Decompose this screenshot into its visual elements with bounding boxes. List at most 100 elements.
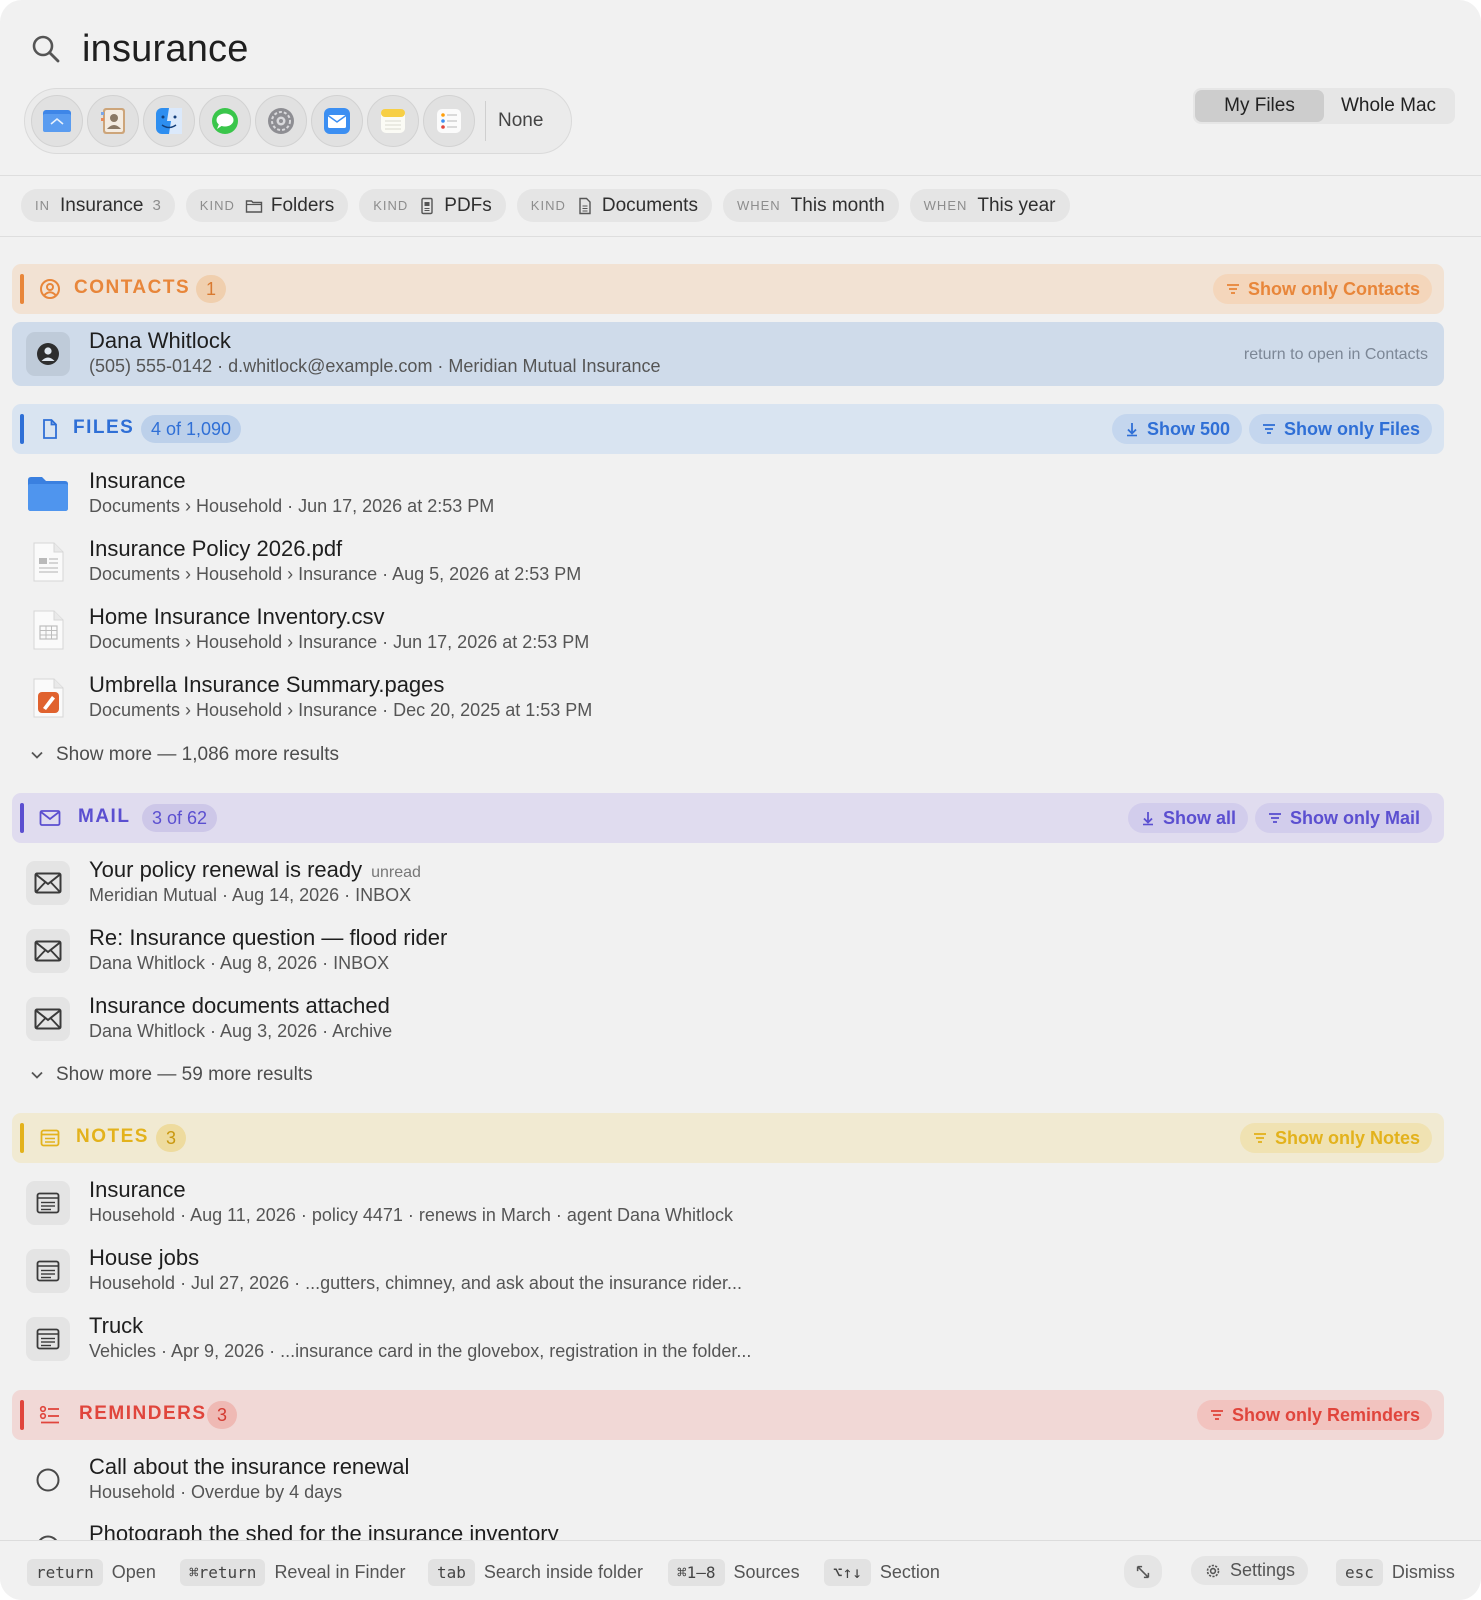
show-only-notes-button[interactable]: Show only Notes <box>1239 1123 1432 1153</box>
hint-dismiss[interactable]: esc Dismiss <box>1336 1559 1455 1586</box>
chip-kind-label: KIND <box>373 198 409 213</box>
note-icon <box>36 1328 60 1350</box>
note-row[interactable]: Insurance Household · Aug 11, 2026 · pol… <box>12 1171 1444 1235</box>
file-icon <box>43 419 57 439</box>
show-only-reminders-button[interactable]: Show only Reminders <box>1196 1400 1432 1430</box>
person-icon <box>37 343 59 365</box>
file-thumbnail <box>26 608 70 652</box>
note-title: Insurance <box>89 1177 186 1202</box>
note-snippet: Household · Aug 11, 2026 · policy 4471 ·… <box>89 1205 734 1225</box>
note-row[interactable]: House jobs Household · Jul 27, 2026 · ..… <box>12 1239 1444 1303</box>
show-all-mail-button[interactable]: Show all <box>1127 803 1248 833</box>
system-settings-app-button[interactable] <box>255 95 307 147</box>
file-name: Insurance Policy 2026.pdf <box>89 536 343 561</box>
files-app-button[interactable] <box>31 95 83 147</box>
mail-app-button[interactable] <box>311 95 363 147</box>
reminder-row[interactable]: Call about the insurance renewal Househo… <box>12 1448 1444 1512</box>
mail-meta: Meridian Mutual · Aug 14, 2026 · INBOX <box>89 885 412 905</box>
chip-when-this-year[interactable]: WHEN This year <box>909 189 1070 222</box>
contact-row[interactable]: Dana Whitlock (505) 555-0142 · d.whitloc… <box>12 322 1444 386</box>
filter-icon <box>1262 424 1275 434</box>
none-sources-button[interactable]: None <box>498 110 543 132</box>
checklist-icon <box>39 1405 59 1424</box>
search-bar[interactable]: insurance <box>30 24 249 74</box>
file-path: Documents › Household › Insurance · Jun … <box>89 632 590 652</box>
cmd-digits-key: ⌘1–8 <box>668 1559 725 1586</box>
file-row[interactable]: Insurance Documents › Household · Jun 17… <box>12 462 1444 526</box>
csv-file-icon <box>33 610 64 650</box>
file-row[interactable]: Umbrella Insurance Summary.pages Documen… <box>12 666 1444 730</box>
hint-tab[interactable]: tab Search inside folder <box>428 1559 643 1586</box>
files-show-more[interactable]: Show more — 1,086 more results <box>30 742 339 768</box>
scope-my-files[interactable]: My Files <box>1195 90 1324 122</box>
mail-row[interactable]: Insurance documents attached Dana Whitlo… <box>12 987 1444 1051</box>
reminder-meta: Household · Overdue by 4 days <box>89 1482 343 1502</box>
show-more-label: Show more — 1,086 more results <box>56 744 340 765</box>
mail-row[interactable]: Re: Insurance question — flood rider Dan… <box>12 919 1444 983</box>
section-title: REMINDERS <box>79 1403 207 1424</box>
search-input[interactable]: insurance <box>82 28 249 71</box>
messages-app-button[interactable] <box>199 95 251 147</box>
button-label: Show only Contacts <box>1247 278 1420 299</box>
hint-label: Sources <box>733 1562 800 1582</box>
notes-app-button[interactable] <box>367 95 419 147</box>
hint-reveal[interactable]: ⌘return Reveal in Finder <box>180 1559 406 1586</box>
section-accent-bar <box>20 274 24 304</box>
reminder-checkbox[interactable] <box>26 1458 70 1502</box>
chip-kind-folders[interactable]: KIND Folders <box>185 189 349 222</box>
pages-file-icon <box>33 678 64 718</box>
show-500-button[interactable]: Show 500 <box>1111 414 1242 444</box>
note-icon <box>36 1260 60 1282</box>
chip-kind-label: KIND <box>530 198 566 213</box>
show-only-contacts-button[interactable]: Show only Contacts <box>1212 274 1432 304</box>
finder-app-button[interactable] <box>143 95 195 147</box>
envelope-icon <box>34 1008 62 1030</box>
file-path: Documents › Household › Insurance · Aug … <box>89 564 582 584</box>
mail-app-icon <box>324 108 350 134</box>
hint-section[interactable]: ⌥↑↓ Section <box>824 1559 940 1586</box>
mail-row[interactable]: Your policy renewal is ready unread Merid… <box>12 851 1444 915</box>
chip-when-this-month[interactable]: WHEN This month <box>722 189 899 222</box>
hint-sources[interactable]: ⌘1–8 Sources <box>668 1559 800 1586</box>
tab-key: tab <box>428 1559 475 1586</box>
mail-show-more[interactable]: Show more — 59 more results <box>30 1062 313 1088</box>
collapse-button[interactable] <box>1124 1555 1162 1588</box>
note-row[interactable]: Truck Vehicles · Apr 9, 2026 · ...insura… <box>12 1307 1444 1371</box>
document-icon <box>579 197 591 214</box>
contacts-app-button[interactable] <box>87 95 139 147</box>
button-label: Show only Reminders <box>1231 1404 1420 1425</box>
reminders-section-header: REMINDERS 3 Show only Reminders <box>12 1390 1444 1440</box>
show-only-files-button[interactable]: Show only Files <box>1248 414 1432 444</box>
hint-open[interactable]: return Open <box>27 1559 156 1586</box>
note-thumbnail <box>26 1317 70 1361</box>
chevron-down-icon <box>31 751 43 759</box>
note-title: House jobs <box>89 1245 200 1270</box>
reminders-app-button[interactable] <box>423 95 475 147</box>
chip-kind-documents[interactable]: KIND Documents <box>516 189 712 222</box>
scope-whole-mac[interactable]: Whole Mac <box>1324 90 1453 122</box>
pdf-file-icon <box>33 542 64 582</box>
note-snippet: Household · Jul 27, 2026 · ...gutters, c… <box>89 1273 743 1293</box>
mail-meta: Dana Whitlock · Aug 3, 2026 · Archive <box>89 1021 393 1041</box>
file-row[interactable]: Insurance Policy 2026.pdf Documents › Ho… <box>12 530 1444 594</box>
search-icon <box>32 35 60 63</box>
file-name: Umbrella Insurance Summary.pages <box>89 672 445 697</box>
note-thumbnail <box>26 1249 70 1293</box>
file-row[interactable]: Home Insurance Inventory.csv Documents ›… <box>12 598 1444 662</box>
chips-divider <box>0 236 1481 237</box>
filter-chips: IN Insurance 3 KIND Folders KIND PDFs KI… <box>21 189 1081 222</box>
chip-in-insurance[interactable]: IN Insurance 3 <box>21 189 175 222</box>
envelope-icon <box>34 872 62 894</box>
mail-subject-text: Your policy renewal is ready <box>89 857 363 882</box>
settings-button[interactable]: Settings <box>1191 1556 1309 1585</box>
folder-icon <box>28 477 68 511</box>
show-only-mail-button[interactable]: Show only Mail <box>1254 803 1432 833</box>
section-count-badge: 1 <box>196 275 227 303</box>
messages-app-icon <box>212 108 238 134</box>
file-thumbnail <box>26 676 70 720</box>
chip-kind-pdfs[interactable]: KIND PDFs <box>359 189 506 222</box>
folder-icon <box>245 199 263 213</box>
chip-label: PDFs <box>444 194 492 216</box>
contacts-section-header: CONTACTS 1 Show only Contacts <box>12 264 1444 314</box>
option-arrows-key: ⌥↑↓ <box>824 1559 871 1586</box>
